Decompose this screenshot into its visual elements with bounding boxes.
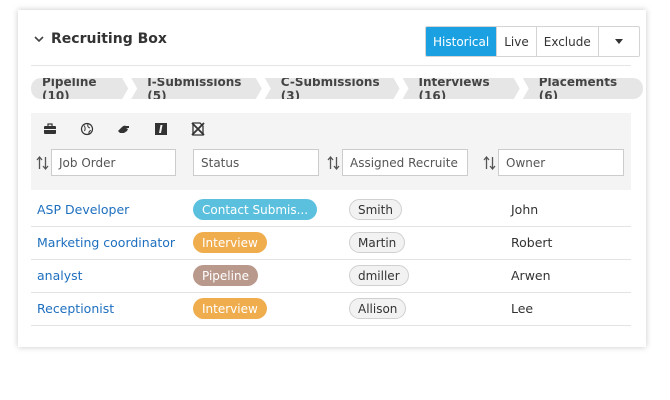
owner-name: Arwen bbox=[511, 268, 551, 283]
recruiter-pill: Allison bbox=[349, 298, 407, 319]
no-edit-icon[interactable] bbox=[191, 122, 205, 136]
status-badge: Interview bbox=[193, 298, 267, 319]
tab-c-submissions[interactable]: C-Submissions (3) bbox=[265, 78, 400, 99]
caret-down-icon bbox=[614, 39, 623, 44]
recruiting-box-widget: Recruiting Box Historical Live Exclude P… bbox=[18, 10, 646, 347]
view-dropdown-button[interactable] bbox=[597, 27, 639, 56]
tab-placements[interactable]: Placements (6) bbox=[522, 78, 643, 99]
widget-title: Recruiting Box bbox=[51, 31, 167, 47]
status-badge: Pipeline bbox=[193, 265, 258, 286]
live-button[interactable]: Live bbox=[496, 27, 536, 56]
view-toggle: Historical Live Exclude bbox=[425, 26, 640, 57]
header-divider bbox=[31, 65, 631, 66]
tab-i-submissions[interactable]: I-Submissions (5) bbox=[131, 78, 262, 99]
status-badge: Contact Submis... bbox=[193, 199, 318, 220]
edit-icon[interactable] bbox=[154, 122, 168, 136]
filter-panel: Job Order Status Assigned Recruite Owner bbox=[31, 113, 631, 190]
recruiter-pill: Martin bbox=[349, 232, 406, 253]
job-order-filter: Job Order bbox=[36, 148, 176, 177]
tab-interviews[interactable]: Interviews (16) bbox=[403, 78, 520, 99]
job-order-input[interactable]: Job Order bbox=[51, 149, 176, 176]
chevron-down-icon[interactable] bbox=[33, 33, 45, 45]
status-badge: Interview bbox=[193, 232, 267, 253]
historical-button[interactable]: Historical bbox=[426, 27, 497, 56]
recruiter-pill: dmiller bbox=[349, 265, 409, 286]
job-order-link[interactable]: analyst bbox=[37, 259, 83, 292]
table-row: ASP Developer Contact Submis... Smith Jo… bbox=[31, 193, 631, 227]
exclude-button[interactable]: Exclude bbox=[535, 27, 598, 56]
job-order-link[interactable]: Receptionist bbox=[37, 292, 114, 325]
table-row: Receptionist Interview Allison Lee bbox=[31, 292, 631, 326]
widget-header: Recruiting Box bbox=[33, 31, 167, 47]
status-input[interactable]: Status bbox=[193, 149, 319, 176]
owner-name: Lee bbox=[511, 301, 534, 316]
owner-name: John bbox=[511, 202, 539, 217]
pipeline-tabs: Pipeline (10) I-Submissions (5) C-Submis… bbox=[31, 78, 646, 99]
job-order-link[interactable]: Marketing coordinator bbox=[37, 226, 175, 259]
briefcase-icon[interactable] bbox=[43, 122, 57, 136]
status-filter: Status bbox=[193, 148, 319, 177]
owner-name: Robert bbox=[511, 235, 553, 250]
globe-icon[interactable] bbox=[80, 122, 94, 136]
hand-icon[interactable] bbox=[117, 122, 131, 136]
assigned-recruiter-input[interactable]: Assigned Recruite bbox=[342, 149, 468, 176]
table-row: analyst Pipeline dmiller Arwen bbox=[31, 259, 631, 293]
table-row: Marketing coordinator Interview Martin R… bbox=[31, 226, 631, 260]
sort-icon[interactable] bbox=[483, 155, 496, 170]
sort-icon[interactable] bbox=[327, 155, 340, 170]
sort-icon[interactable] bbox=[36, 155, 49, 170]
job-order-link[interactable]: ASP Developer bbox=[37, 193, 129, 226]
owner-input[interactable]: Owner bbox=[498, 149, 624, 176]
tab-pipeline[interactable]: Pipeline (10) bbox=[31, 78, 128, 99]
assigned-recruiter-filter: Assigned Recruite bbox=[327, 148, 468, 177]
recruiter-pill: Smith bbox=[349, 199, 402, 220]
owner-filter: Owner bbox=[483, 148, 624, 177]
